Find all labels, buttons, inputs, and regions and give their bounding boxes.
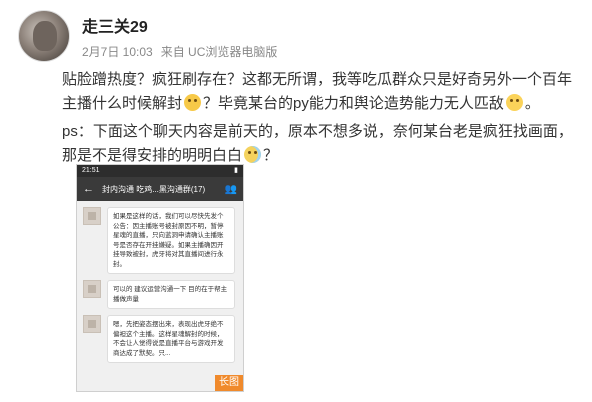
phone-status-bar: 21:51 ▮	[77, 165, 243, 177]
user-avatar[interactable]	[18, 10, 70, 62]
post-text: ？	[263, 147, 279, 164]
doge-icon	[184, 94, 202, 111]
sender-avatar	[83, 315, 101, 333]
post-text: ？毕竟某台的py能力和舆论造势能力无人匹敌	[203, 95, 504, 112]
chat-header: ← 封内沟通 吃鸡...黑沟通群(17) 👥	[77, 177, 243, 201]
post-meta: 走三关29 2月7日 10:03 来自 UC浏览器电脑版	[82, 13, 277, 60]
chat-message: 如果是这样的话，我们可以尽快先发个公告：因主播账号被封原因不明，暂停星魂的直播，…	[77, 201, 243, 274]
post-date[interactable]: 2月7日 10:03	[82, 45, 153, 59]
post-source: 来自 UC浏览器电脑版	[160, 44, 278, 59]
post-text: ps：下面这个聊天内容是前天的，原本不想多说，奈何某台老是疯狂找画面，那是不是得…	[62, 123, 573, 164]
chat-message: 可以的 建议运营沟通一下 目的在于帮主播做声量	[77, 274, 243, 309]
message-bubble: 可以的 建议运营沟通一下 目的在于帮主播做声量	[107, 280, 235, 309]
post-paragraph-2: ps：下面这个聊天内容是前天的，原本不想多说，奈何某台老是疯狂找画面，那是不是得…	[62, 120, 582, 168]
post-info: 2月7日 10:03 来自 UC浏览器电脑版	[82, 43, 277, 60]
chat-screenshot-image[interactable]: 21:51 ▮ ← 封内沟通 吃鸡...黑沟通群(17) 👥 如果是这样的话，我…	[76, 164, 244, 392]
post-paragraph-1: 贴脸蹭热度？疯狂刷存在？这都无所谓，我等吃瓜群众只是好奇另外一个百年主播什么时候…	[62, 68, 582, 116]
message-bubble: 嗯，先把姿态摆出来，表现出虎牙绝不偏袒这个主播。这样星魂解封的时候，不会让人觉得…	[107, 315, 235, 363]
chat-title: 封内沟通 吃鸡...黑沟通群(17)	[102, 184, 206, 194]
status-time: 21:51	[82, 167, 100, 174]
post-header: 走三关29 2月7日 10:03 来自 UC浏览器电脑版	[18, 8, 277, 64]
group-members-icon: 👥	[224, 183, 237, 195]
chat-message: 嗯，先把姿态摆出来，表现出虎牙绝不偏袒这个主播。这样星魂解封的时候，不会让人觉得…	[77, 309, 243, 363]
sender-avatar	[83, 207, 101, 225]
long-image-badge: 长图	[215, 375, 243, 391]
post-text: 。	[524, 95, 540, 112]
battery-icon: ▮	[234, 167, 238, 174]
laugh-icon	[505, 94, 523, 111]
sender-avatar	[83, 280, 101, 298]
message-bubble: 如果是这样的话，我们可以尽快先发个公告：因主播账号被封原因不明，暂停星魂的直播，…	[107, 207, 235, 274]
back-arrow-icon: ←	[83, 183, 94, 195]
post-body: 贴脸蹭热度？疯狂刷存在？这都无所谓，我等吃瓜群众只是好奇另外一个百年主播什么时候…	[62, 68, 582, 172]
username[interactable]: 走三关29	[82, 13, 277, 37]
sweat-smile-icon	[244, 146, 262, 163]
